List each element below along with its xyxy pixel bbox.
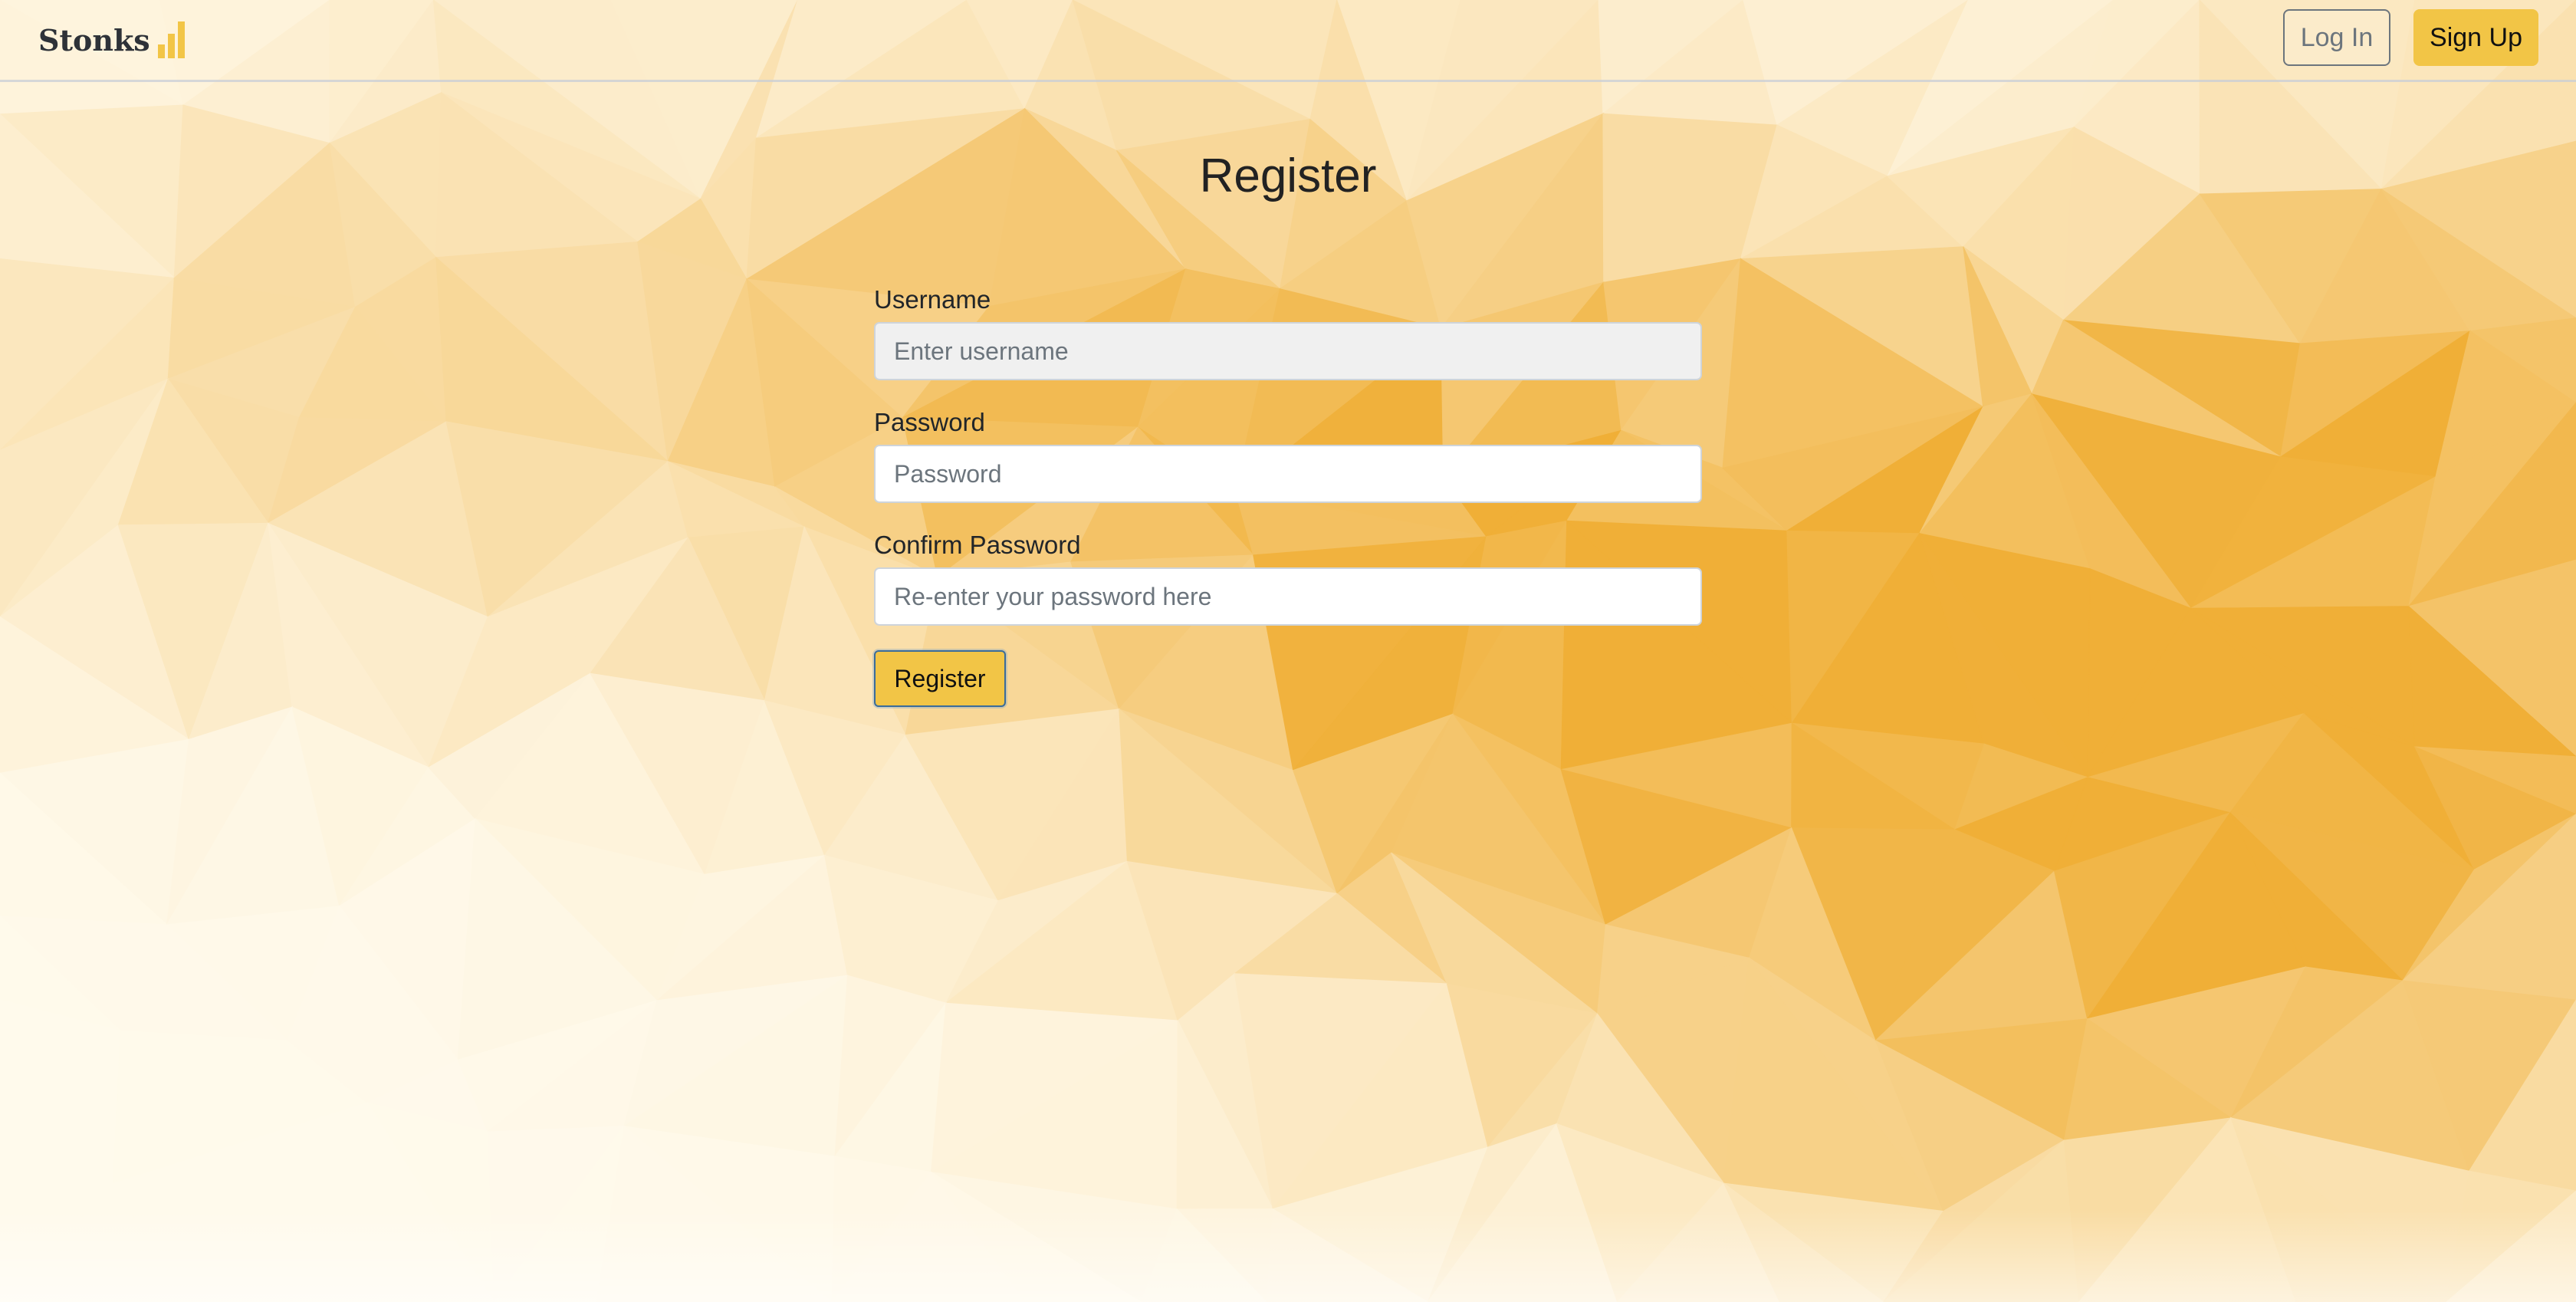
username-label: Username — [874, 285, 991, 314]
password-label: Password — [874, 408, 985, 436]
register-page: Register Username Password Confirm Passw… — [0, 0, 2576, 1302]
register-form: Username Password Confirm Password Regis… — [874, 284, 1702, 707]
confirm-password-input[interactable] — [874, 567, 1702, 626]
confirm-password-label: Confirm Password — [874, 531, 1081, 559]
navbar: Stonks Log In Sign Up — [0, 0, 2576, 82]
username-group: Username — [874, 284, 1702, 380]
confirm-password-group: Confirm Password — [874, 529, 1702, 626]
bar-chart-icon — [157, 21, 185, 58]
password-input[interactable] — [874, 445, 1702, 503]
register-button[interactable]: Register — [874, 650, 1006, 707]
username-input[interactable] — [874, 322, 1702, 380]
password-group: Password — [874, 406, 1702, 503]
brand-link[interactable]: Stonks — [38, 12, 187, 58]
signup-button[interactable]: Sign Up — [2413, 9, 2538, 66]
page-title: Register — [1199, 150, 1377, 202]
brand-name: Stonks — [38, 23, 150, 58]
login-button[interactable]: Log In — [2283, 9, 2390, 66]
